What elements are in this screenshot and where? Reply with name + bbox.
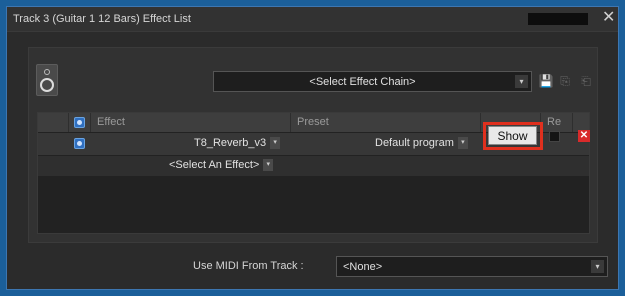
header-effect-label: Effect xyxy=(97,116,125,128)
add-effect-row[interactable]: <Select An Effect> ▾ xyxy=(38,156,589,176)
speaker-icon[interactable] xyxy=(36,64,58,96)
effect-name: T8_Reverb_v3 xyxy=(194,137,267,149)
title-redacted-block xyxy=(528,13,588,25)
enable-all-checkbox[interactable] xyxy=(74,117,85,128)
close-icon[interactable]: ✕ xyxy=(602,9,615,27)
chevron-down-icon: ▾ xyxy=(270,137,281,150)
title-bar[interactable]: Track 3 (Guitar 1 12 Bars) Effect List ✕ xyxy=(7,7,618,32)
effect-enable-checkbox[interactable] xyxy=(74,138,85,149)
save-chain-icon[interactable]: 💾 xyxy=(538,72,554,90)
header-blank xyxy=(38,113,69,132)
preset-name: Default program xyxy=(375,137,454,149)
midi-track-value: <None> xyxy=(343,261,383,273)
preset-select[interactable]: Default program ▾ xyxy=(375,137,468,150)
effect-name-select[interactable]: T8_Reverb_v3 ▾ xyxy=(194,137,281,150)
chevron-down-icon: ▾ xyxy=(515,75,528,88)
midi-from-track-label: Use MIDI From Track : xyxy=(193,260,304,272)
header-reset[interactable]: Re xyxy=(541,113,573,132)
header-enable-col[interactable] xyxy=(69,113,91,132)
effect-chain-select[interactable]: <Select Effect Chain> ▾ xyxy=(213,71,532,92)
header-preset[interactable]: Preset xyxy=(291,113,481,132)
chevron-down-icon: ▾ xyxy=(457,137,468,150)
add-effect-label: <Select An Effect> xyxy=(169,159,260,171)
effect-chain-select-value: <Select Effect Chain> xyxy=(309,76,416,88)
midi-track-select[interactable]: <None> ▾ xyxy=(336,256,608,277)
add-effect-select[interactable]: <Select An Effect> ▾ xyxy=(169,159,274,172)
effect-list-window: Track 3 (Guitar 1 12 Bars) Effect List ✕… xyxy=(6,6,619,290)
header-reset-label: Re xyxy=(547,116,562,128)
remove-effect-button[interactable]: ✕ xyxy=(578,130,590,142)
chevron-down-icon: ▾ xyxy=(263,159,274,172)
reset-checkbox[interactable] xyxy=(549,131,560,142)
window-title: Track 3 (Guitar 1 12 Bars) Effect List xyxy=(13,13,191,25)
copy-icon[interactable]: ⎘ xyxy=(557,72,573,90)
header-effect[interactable]: Effect xyxy=(91,113,291,132)
paste-icon[interactable]: ⎗ xyxy=(578,72,594,90)
header-preset-label: Preset xyxy=(297,116,329,128)
show-button[interactable]: Show xyxy=(488,126,537,145)
chevron-down-icon: ▾ xyxy=(591,260,604,273)
